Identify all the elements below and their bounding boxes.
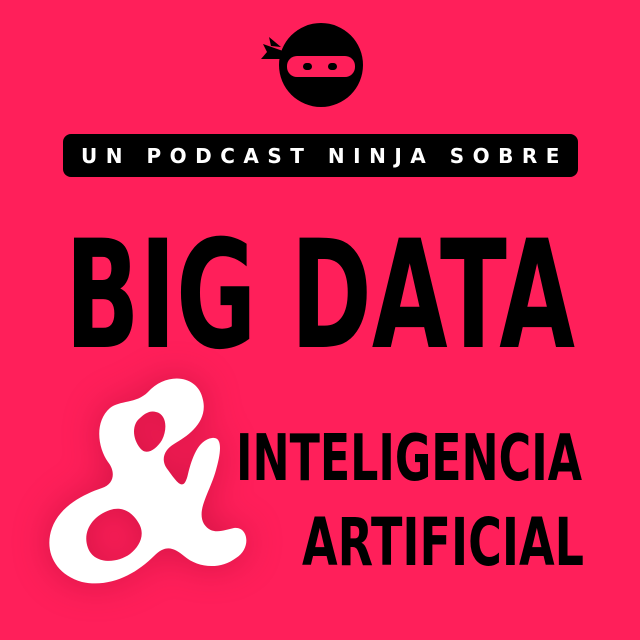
- headline-title: BIG DATA: [65, 209, 575, 359]
- ampersand-icon: [49, 378, 247, 584]
- subtitle-line-2: ARTIFICIAL: [302, 504, 584, 572]
- subtitle-line-2-text: ARTIFICIAL: [302, 504, 584, 572]
- headline-text: BIG DATA: [65, 209, 575, 359]
- podcast-cover: UN PODCAST NINJA SOBRE BIG DATA INTELIGE…: [0, 0, 640, 640]
- subtitle-line-1-text: INTELIGENCIA: [236, 422, 582, 488]
- tagline-text: UN PODCAST NINJA SOBRE: [81, 143, 568, 168]
- ninja-head-icon: [261, 23, 363, 107]
- tagline-banner: UN PODCAST NINJA SOBRE: [63, 134, 578, 177]
- subtitle-line-1: INTELIGENCIA: [236, 422, 582, 488]
